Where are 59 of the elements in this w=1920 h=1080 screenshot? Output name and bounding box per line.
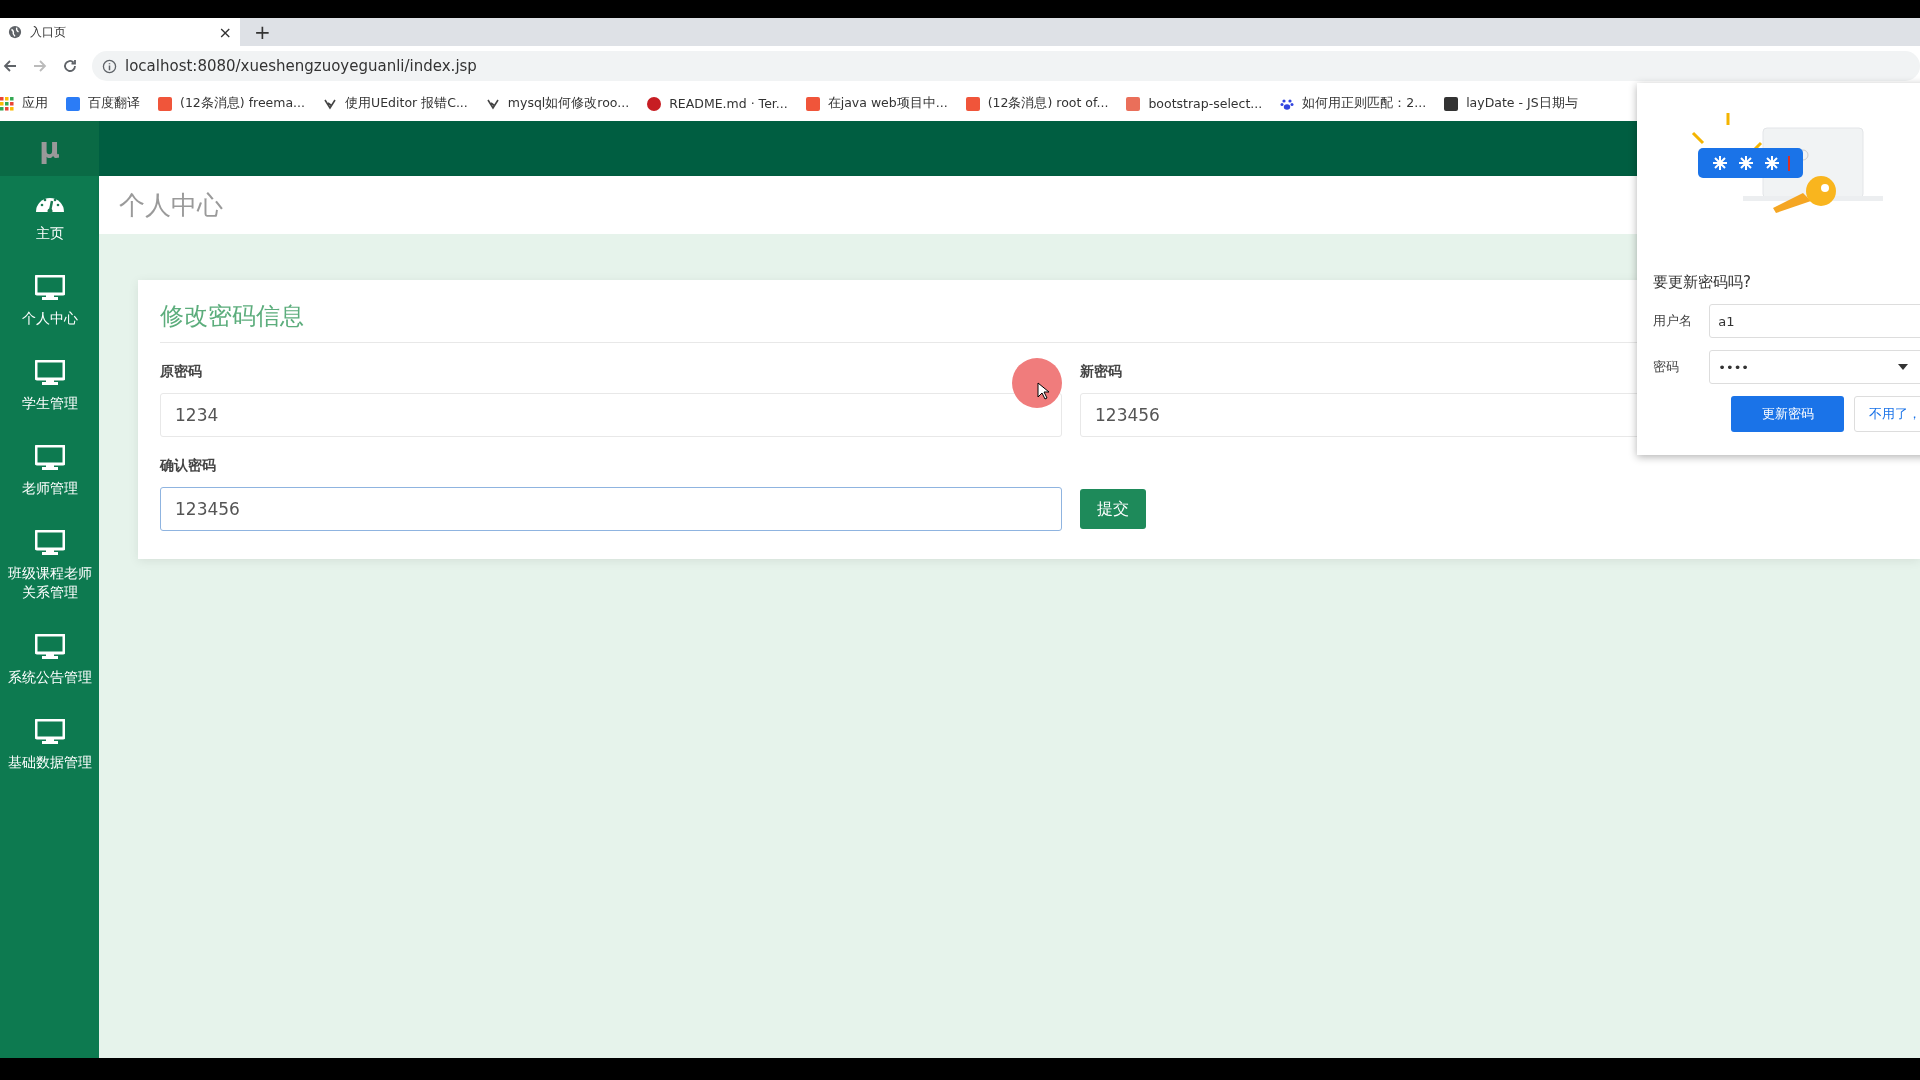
bookmark-link[interactable]: 应用 xyxy=(0,95,48,112)
field-label: 确认密码 xyxy=(160,457,216,475)
apps-grid-icon xyxy=(0,96,14,111)
site-icon xyxy=(965,96,980,111)
monitor-icon xyxy=(34,530,65,556)
field-label: 原密码 xyxy=(160,363,202,381)
sidebar-item[interactable]: 班级课程老师关系管理 xyxy=(0,516,99,620)
site-icon xyxy=(1126,96,1141,111)
tab-title: 入口页 xyxy=(30,23,66,41)
sidebar-item[interactable]: 基础数据管理 xyxy=(0,705,99,790)
page-title: 个人中心 xyxy=(119,188,223,222)
dismiss-button[interactable]: 不用了， xyxy=(1854,396,1920,432)
info-icon xyxy=(102,58,117,74)
field-label: 新密码 xyxy=(1080,363,1122,381)
url-text: localhost:8080/xueshengzuoyeguanli/index.jsp xyxy=(125,57,477,75)
site-icon xyxy=(158,96,172,111)
back-icon[interactable] xyxy=(2,58,18,74)
update-password-button[interactable]: 更新密码 xyxy=(1731,396,1844,432)
sidebar-item[interactable]: 系统公告管理 xyxy=(0,620,99,705)
sidebar-item[interactable]: 学生管理 xyxy=(0,346,99,431)
site-icon xyxy=(1444,96,1459,111)
bookmark-link[interactable]: 如何用正则匹配：2... xyxy=(1280,95,1427,112)
input-field[interactable]: 1234 xyxy=(160,393,1062,437)
monitor-icon xyxy=(34,360,65,386)
monitor-icon xyxy=(34,634,65,660)
bookmark-link[interactable]: README.md · Ter... xyxy=(647,96,788,111)
input-field[interactable]: 123456 xyxy=(160,487,1062,531)
bookmark-link[interactable]: 百度翻译 xyxy=(66,95,140,112)
bookmark-link[interactable]: 在java web项目中... xyxy=(805,95,948,112)
bookmark-link[interactable]: 使用UEditor 报错C... xyxy=(323,95,468,112)
sidebar-item[interactable]: 老师管理 xyxy=(0,431,99,516)
new-tab-button[interactable]: + xyxy=(254,22,271,42)
globe-icon xyxy=(8,25,22,39)
bookmark-link[interactable]: bootstrap-select... xyxy=(1126,96,1263,111)
click-indicator xyxy=(1012,358,1062,408)
logo: μ xyxy=(0,121,99,176)
bookmark-link[interactable]: layDate - JS日期与 xyxy=(1444,95,1578,112)
password-select[interactable]: •••• xyxy=(1709,350,1920,384)
field-label: 用户名 xyxy=(1653,312,1693,330)
input-field[interactable]: a1 xyxy=(1709,304,1920,338)
bookmark-link[interactable]: mysql如何修改roo... xyxy=(485,95,630,112)
monitor-icon xyxy=(34,275,65,301)
site-icon xyxy=(647,96,662,111)
bookmark-link[interactable]: (12条消息) root of... xyxy=(965,95,1109,112)
monitor-icon xyxy=(34,719,65,745)
reload-icon[interactable] xyxy=(62,58,78,74)
address-bar[interactable]: localhost:8080/xueshengzuoyeguanli/index.jsp xyxy=(92,51,1920,81)
sidebar-item[interactable]: 个人中心 xyxy=(0,261,99,346)
submit-button[interactable]: 提交 xyxy=(1080,489,1146,529)
bookmark-link[interactable]: (12条消息) freema... xyxy=(158,95,306,112)
popup-title: 要更新密码吗? xyxy=(1653,273,1752,292)
field-label: 密码 xyxy=(1653,358,1680,376)
browser-tab[interactable]: 入口页 × xyxy=(0,18,240,46)
dropdown-caret-icon xyxy=(1898,364,1908,370)
sidebar-item[interactable]: 主页 xyxy=(0,176,99,261)
site-icon xyxy=(66,96,80,111)
monitor-icon xyxy=(34,445,65,471)
close-tab-button[interactable]: × xyxy=(218,22,232,42)
site-icon xyxy=(805,96,820,111)
